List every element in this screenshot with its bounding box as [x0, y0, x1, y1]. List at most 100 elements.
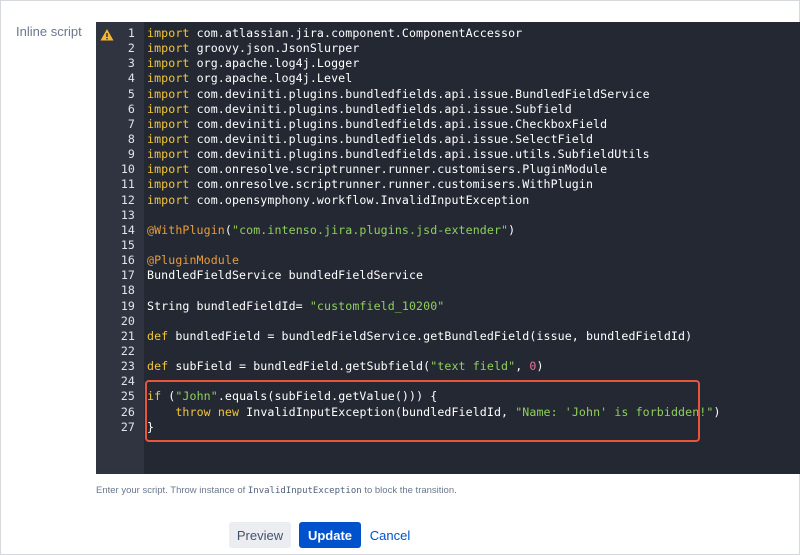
- code-line[interactable]: 13: [96, 208, 800, 223]
- update-button[interactable]: Update: [299, 522, 361, 548]
- line-number: 20: [120, 313, 135, 328]
- code-text[interactable]: def bundledField = bundledFieldService.g…: [147, 329, 692, 344]
- code-token: import: [147, 86, 190, 101]
- code-line[interactable]: 7 import com.deviniti.plugins.bundledfiel…: [96, 117, 800, 132]
- cancel-button[interactable]: Cancel: [366, 522, 414, 548]
- line-number: 6: [127, 101, 135, 116]
- preview-button[interactable]: Preview: [229, 522, 291, 548]
- code-token: def: [147, 328, 169, 343]
- code-lines[interactable]: 1 import com.atlassian.jira.component.Com…: [96, 26, 800, 435]
- code-line[interactable]: 2 import groovy.json.JsonSlurper: [96, 41, 800, 56]
- code-token: org.apache.log4j.Level: [189, 71, 353, 86]
- line-number: 16: [120, 253, 135, 268]
- code-line[interactable]: 3 import org.apache.log4j.Logger: [96, 56, 800, 71]
- code-line[interactable]: 19 String bundledFieldId= "customfield_10…: [96, 299, 800, 314]
- code-token: "text field": [430, 359, 516, 374]
- code-token: import: [147, 71, 190, 86]
- code-text[interactable]: String bundledFieldId= "customfield_1020…: [147, 299, 444, 314]
- code-token: (: [161, 389, 176, 404]
- line-number: 19: [120, 298, 135, 313]
- code-line[interactable]: 17 BundledFieldService bundledFieldServic…: [96, 268, 800, 283]
- code-text[interactable]: import org.apache.log4j.Logger: [147, 56, 359, 71]
- code-line[interactable]: 9 import com.deviniti.plugins.bundledfiel…: [96, 147, 800, 162]
- code-token: com.onresolve.scriptrunner.runner.custom…: [189, 162, 608, 177]
- line-number: 15: [120, 237, 135, 252]
- line-number: 7: [127, 116, 135, 131]
- line-number: 25: [120, 389, 135, 404]
- code-token: throw: [175, 404, 211, 419]
- code-text[interactable]: import com.deviniti.plugins.bundledfield…: [147, 147, 650, 162]
- code-token: com.deviniti.plugins.bundledfields.api.i…: [189, 101, 572, 116]
- code-token: groovy.json.JsonSlurper: [189, 41, 360, 56]
- line-number: 2: [127, 41, 135, 56]
- code-line[interactable]: 26 throw new InvalidInputException(bundl…: [96, 405, 800, 420]
- code-token: com.deviniti.plugins.bundledfields.api.i…: [189, 147, 650, 162]
- code-text[interactable]: import org.apache.log4j.Level: [147, 71, 352, 86]
- code-line[interactable]: 4 import org.apache.log4j.Level: [96, 71, 800, 86]
- line-number: 18: [120, 283, 135, 298]
- code-text[interactable]: import com.onresolve.scriptrunner.runner…: [147, 162, 607, 177]
- code-token: InvalidInputException(bundledFieldId,: [239, 404, 516, 419]
- code-text[interactable]: import com.deviniti.plugins.bundledfield…: [147, 102, 572, 117]
- code-token: import: [147, 147, 190, 162]
- code-text[interactable]: throw new InvalidInputException(bundledF…: [147, 405, 721, 420]
- code-text[interactable]: def subField = bundledField.getSubfield(…: [147, 359, 544, 374]
- line-number: 13: [120, 207, 135, 222]
- line-number: 23: [120, 359, 135, 374]
- line-number: 1: [127, 26, 135, 40]
- code-text[interactable]: import com.opensymphony.workflow.Invalid…: [147, 193, 529, 208]
- code-line[interactable]: 8 import com.deviniti.plugins.bundledfiel…: [96, 132, 800, 147]
- code-text[interactable]: import groovy.json.JsonSlurper: [147, 41, 359, 56]
- code-token: @WithPlugin: [147, 222, 225, 237]
- code-token: import: [147, 101, 190, 116]
- code-line[interactable]: 14 @WithPlugin("com.intenso.jira.plugins.…: [96, 223, 800, 238]
- code-text[interactable]: import com.deviniti.plugins.bundledfield…: [147, 87, 650, 102]
- code-text[interactable]: BundledFieldService bundledFieldService: [147, 268, 423, 283]
- code-text[interactable]: import com.deviniti.plugins.bundledfield…: [147, 117, 607, 132]
- code-line[interactable]: 25 if ("John".equals(subField.getValue())…: [96, 389, 800, 404]
- code-token: def: [147, 359, 169, 374]
- code-text[interactable]: import com.atlassian.jira.component.Comp…: [147, 26, 522, 41]
- code-token: com.opensymphony.workflow.InvalidInputEx…: [189, 192, 530, 207]
- code-token: com.deviniti.plugins.bundledfields.api.i…: [189, 131, 594, 146]
- code-line[interactable]: 6 import com.deviniti.plugins.bundledfiel…: [96, 102, 800, 117]
- help-text-before: Enter your script. Throw instance of: [96, 485, 248, 496]
- code-line[interactable]: 27}: [96, 420, 800, 435]
- code-text[interactable]: if ("John".equals(subField.getValue())) …: [147, 389, 437, 404]
- line-number: 9: [127, 147, 135, 162]
- code-line[interactable]: 21 def bundledField = bundledFieldService…: [96, 329, 800, 344]
- code-token: import: [147, 41, 190, 56]
- line-number: 4: [127, 71, 135, 86]
- code-text[interactable]: @WithPlugin("com.intenso.jira.plugins.js…: [147, 223, 515, 238]
- code-line[interactable]: 16 @PluginModule: [96, 253, 800, 268]
- code-text[interactable]: }: [147, 420, 154, 435]
- code-line[interactable]: 12 import com.opensymphony.workflow.Inval…: [96, 193, 800, 208]
- code-token: import: [147, 192, 190, 207]
- code-token: import: [147, 177, 190, 192]
- code-token: com.deviniti.plugins.bundledfields.api.i…: [189, 86, 650, 101]
- code-line[interactable]: 10 import com.onresolve.scriptrunner.runn…: [96, 162, 800, 177]
- code-line[interactable]: 20: [96, 314, 800, 329]
- code-token: com.deviniti.plugins.bundledfields.api.i…: [189, 116, 608, 131]
- code-text[interactable]: import com.onresolve.scriptrunner.runner…: [147, 177, 593, 192]
- code-line[interactable]: 11 import com.onresolve.scriptrunner.runn…: [96, 177, 800, 192]
- code-line[interactable]: 5 import com.deviniti.plugins.bundledfiel…: [96, 87, 800, 102]
- code-token: import: [147, 116, 190, 131]
- code-token: "customfield_10200": [309, 298, 445, 313]
- code-token: bundledField = bundledFieldService.getBu…: [168, 328, 693, 343]
- code-token: (: [224, 222, 232, 237]
- code-line[interactable]: 23 def subField = bundledField.getSubfiel…: [96, 359, 800, 374]
- line-number: 17: [120, 268, 135, 283]
- code-text[interactable]: @PluginModule: [147, 253, 239, 268]
- code-line[interactable]: 18: [96, 283, 800, 298]
- code-token: new: [217, 404, 240, 419]
- code-line[interactable]: 15: [96, 238, 800, 253]
- code-token: import: [147, 26, 190, 40]
- code-token: ,: [515, 359, 530, 374]
- script-editor[interactable]: 1 import com.atlassian.jira.component.Com…: [96, 22, 800, 474]
- code-line[interactable]: 22: [96, 344, 800, 359]
- code-line[interactable]: 24: [96, 374, 800, 389]
- code-text[interactable]: import com.deviniti.plugins.bundledfield…: [147, 132, 593, 147]
- line-number: 10: [120, 162, 135, 177]
- code-line[interactable]: 1 import com.atlassian.jira.component.Com…: [96, 26, 800, 41]
